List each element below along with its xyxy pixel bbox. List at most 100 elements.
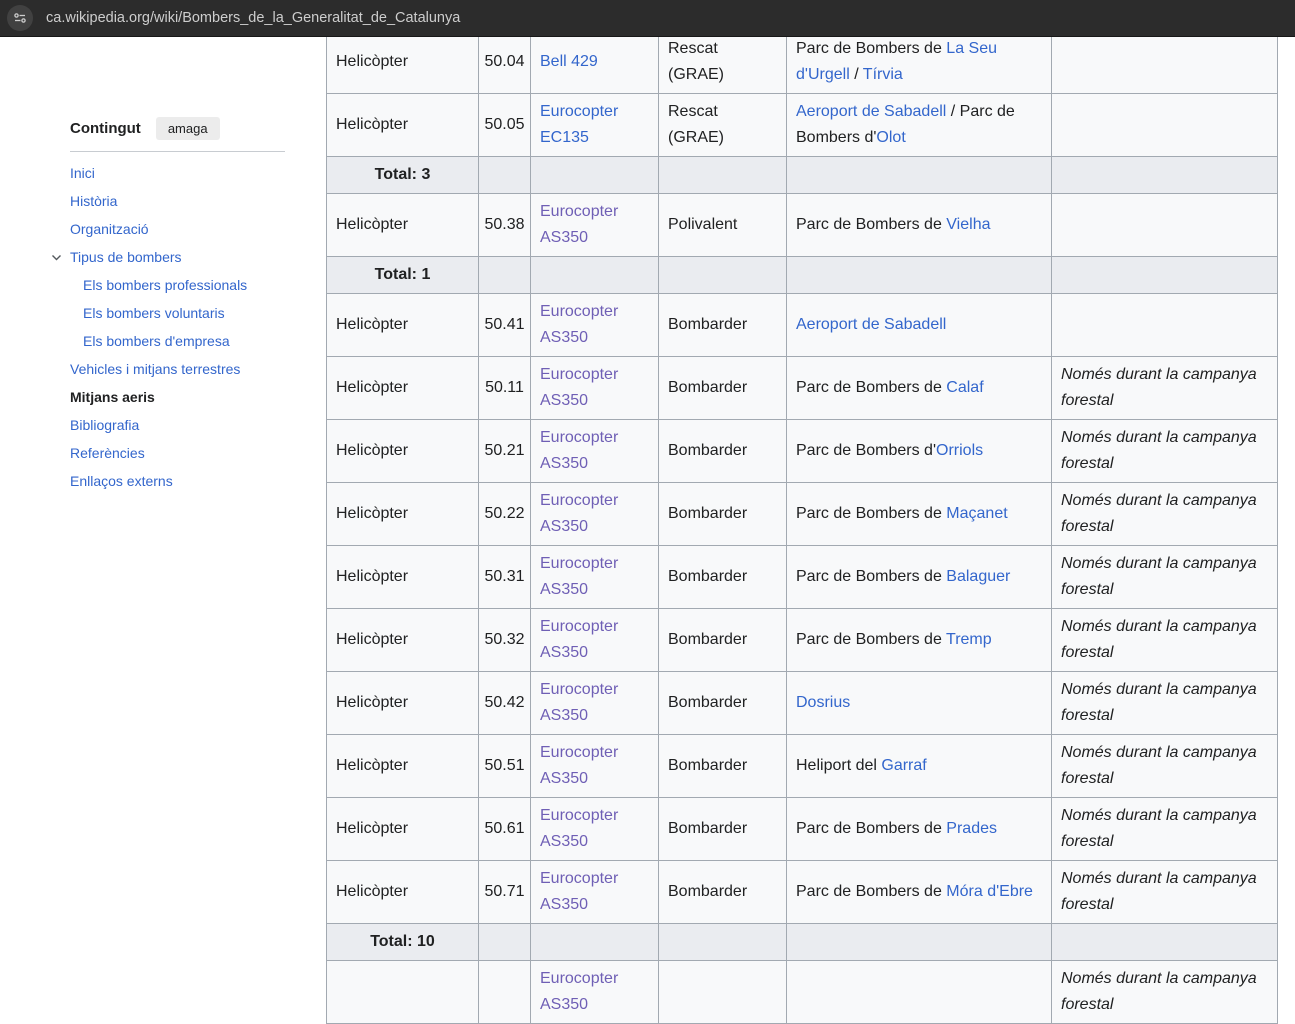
sidebar-item-8[interactable]: Mitjans aeris [70, 383, 320, 411]
sidebar-item-0[interactable]: Inici [70, 159, 320, 187]
empty-cell [659, 924, 787, 961]
aircraft-model-cell: Eurocopter AS350 [531, 546, 659, 609]
aircraft-model-cell: Eurocopter AS350 [531, 357, 659, 420]
sidebar-item-11[interactable]: Enllaços externs [70, 467, 320, 495]
aircraft-note-cell: Només durant la campanya forestal [1052, 798, 1278, 861]
article-link[interactable]: Eurocopter AS350 [540, 744, 618, 787]
article-link[interactable]: Balaguer [946, 568, 1010, 585]
aircraft-row: Helicòpter50.71Eurocopter AS350Bombarder… [327, 861, 1278, 924]
article-link[interactable]: Eurocopter AS350 [540, 203, 618, 246]
sidebar-item-label[interactable]: Inici [70, 165, 95, 181]
empty-cell [479, 257, 531, 294]
sidebar-item-label[interactable]: Organització [70, 221, 149, 237]
aircraft-role-cell: Bombarder [659, 420, 787, 483]
aircraft-role-cell: Bombarder [659, 798, 787, 861]
aircraft-model-cell: Eurocopter AS350 [531, 798, 659, 861]
aircraft-number-cell: 50.05 [479, 94, 531, 157]
sidebar-item-7[interactable]: Vehicles i mitjans terrestres [70, 355, 320, 383]
aircraft-model-cell: Eurocopter AS350 [531, 672, 659, 735]
article-link[interactable]: Eurocopter AS350 [540, 681, 618, 724]
sidebar-item-label[interactable]: Els bombers voluntaris [83, 305, 225, 321]
aircraft-number-cell: 50.38 [479, 194, 531, 257]
article-link[interactable]: Garraf [881, 757, 926, 774]
aircraft-type-cell: Helicòpter [327, 357, 479, 420]
toc-divider [70, 151, 285, 152]
article-link[interactable]: Aeroport de Sabadell [796, 103, 946, 120]
chevron-down-icon[interactable] [50, 251, 63, 264]
article-link[interactable]: Maçanet [946, 505, 1007, 522]
empty-cell [531, 924, 659, 961]
toc-hide-button[interactable]: amaga [156, 117, 220, 140]
sidebar-item-label[interactable]: Tipus de bombers [70, 249, 182, 265]
empty-cell [1052, 157, 1278, 194]
aircraft-note-cell [1052, 294, 1278, 357]
article-link[interactable]: Eurocopter AS350 [540, 366, 618, 409]
aircraft-role-cell: Bombarder [659, 294, 787, 357]
aircraft-base-cell: Parc de Bombers de Prades [787, 798, 1052, 861]
url-text[interactable]: ca.wikipedia.org/wiki/Bombers_de_la_Gene… [46, 10, 460, 26]
aircraft-base-cell: Aeroport de Sabadell / Parc de Bombers d… [787, 94, 1052, 157]
sidebar-item-1[interactable]: Història [70, 187, 320, 215]
aircraft-base-cell: Parc de Bombers de Balaguer [787, 546, 1052, 609]
article-link[interactable]: Orriols [936, 442, 983, 459]
article-link[interactable]: Eurocopter AS350 [540, 618, 618, 661]
aircraft-number-cell: 50.31 [479, 546, 531, 609]
sidebar-item-3[interactable]: Tipus de bombers [70, 243, 320, 271]
aircraft-base-cell: Parc de Bombers de Calaf [787, 357, 1052, 420]
aircraft-type-cell: Helicòpter [327, 294, 479, 357]
sidebar-item-10[interactable]: Referències [70, 439, 320, 467]
aircraft-number-cell: 50.32 [479, 609, 531, 672]
sidebar-item-label[interactable]: Bibliografia [70, 417, 139, 433]
sidebar-item-label[interactable]: Enllaços externs [70, 473, 173, 489]
sidebar-item-label[interactable]: Història [70, 193, 117, 209]
sidebar-item-5[interactable]: Els bombers voluntaris [70, 299, 320, 327]
total-row: Total: 1 [327, 257, 1278, 294]
aircraft-role-cell [659, 961, 787, 1024]
aircraft-number-cell: 50.21 [479, 420, 531, 483]
aircraft-type-cell: Helicòpter [327, 798, 479, 861]
total-label: Total: 3 [327, 157, 479, 194]
article-link[interactable]: Olot [876, 129, 905, 146]
article-link[interactable]: Tírvia [863, 66, 903, 83]
aircraft-role-cell: Rescat (GRAE) [659, 94, 787, 157]
sidebar-item-label[interactable]: Els bombers professionals [83, 277, 247, 293]
sidebar-item-label[interactable]: Els bombers d'empresa [83, 333, 230, 349]
aircraft-row: Helicòpter50.04Bell 429Rescat (GRAE)Parc… [327, 31, 1278, 94]
aircraft-number-cell: 50.42 [479, 672, 531, 735]
sidebar-item-label[interactable]: Vehicles i mitjans terrestres [70, 361, 240, 377]
sidebar-item-label[interactable]: Referències [70, 445, 145, 461]
aircraft-role-cell: Bombarder [659, 609, 787, 672]
article-link[interactable]: Móra d'Ebre [946, 883, 1033, 900]
article-link[interactable]: Bell 429 [540, 53, 598, 70]
article-link[interactable]: Vielha [946, 216, 990, 233]
article-link[interactable]: Prades [946, 820, 997, 837]
aircraft-base-cell: Aeroport de Sabadell [787, 294, 1052, 357]
article-link[interactable]: Eurocopter AS350 [540, 492, 618, 535]
aircraft-row: Helicòpter50.05Eurocopter EC135Rescat (G… [327, 94, 1278, 157]
article-link[interactable]: Calaf [946, 379, 983, 396]
aircraft-model-cell: Eurocopter EC135 [531, 94, 659, 157]
article-link[interactable]: Eurocopter AS350 [540, 970, 618, 1013]
aircraft-role-cell: Rescat (GRAE) [659, 31, 787, 94]
article-link[interactable]: Eurocopter EC135 [540, 103, 618, 146]
article-link[interactable]: Eurocopter AS350 [540, 555, 618, 598]
article-link[interactable]: Aeroport de Sabadell [796, 316, 946, 333]
aircraft-base-cell: Dosrius [787, 672, 1052, 735]
article-link[interactable]: Eurocopter AS350 [540, 303, 618, 346]
sidebar-item-9[interactable]: Bibliografia [70, 411, 320, 439]
aircraft-model-cell: Eurocopter AS350 [531, 961, 659, 1024]
aircraft-number-cell: 50.41 [479, 294, 531, 357]
sidebar-item-6[interactable]: Els bombers d'empresa [70, 327, 320, 355]
article-link[interactable]: Dosrius [796, 694, 850, 711]
sidebar-item-4[interactable]: Els bombers professionals [70, 271, 320, 299]
article-link[interactable]: Eurocopter AS350 [540, 807, 618, 850]
aircraft-number-cell: 50.22 [479, 483, 531, 546]
article-link[interactable]: Tremp [946, 631, 992, 648]
site-settings-icon[interactable] [7, 5, 33, 31]
sidebar-item-2[interactable]: Organització [70, 215, 320, 243]
browser-address-bar[interactable]: ca.wikipedia.org/wiki/Bombers_de_la_Gene… [0, 0, 1295, 37]
article-link[interactable]: Eurocopter AS350 [540, 429, 618, 472]
aircraft-row: Helicòpter50.42Eurocopter AS350Bombarder… [327, 672, 1278, 735]
aircraft-role-cell: Bombarder [659, 861, 787, 924]
aircraft-base-cell: Parc de Bombers de Tremp [787, 609, 1052, 672]
